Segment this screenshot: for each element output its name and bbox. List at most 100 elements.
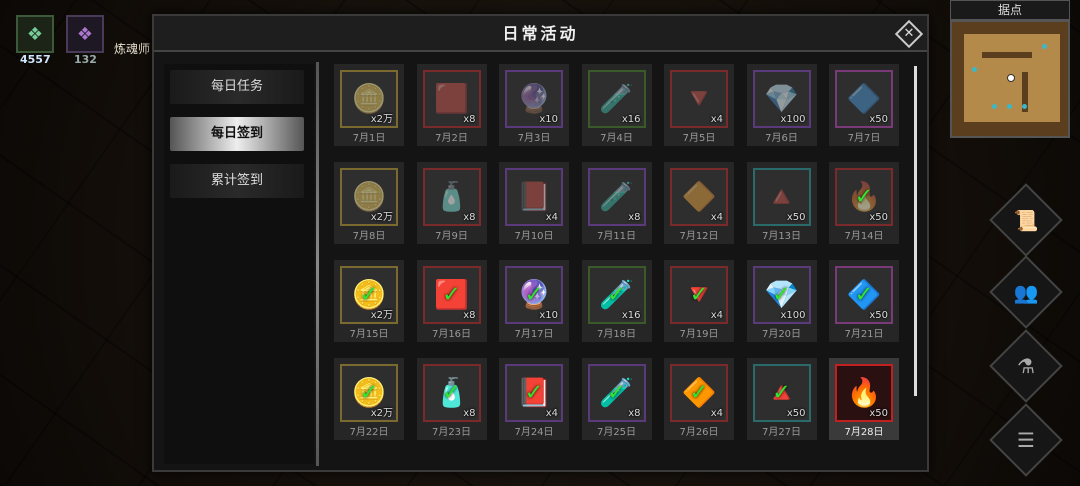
reward-quantity: x2万 (370, 212, 393, 223)
reward-cell[interactable]: 📕 x4 7月10日 (499, 162, 569, 244)
reward-quantity: x10 (539, 114, 558, 125)
player-marker-icon (1007, 74, 1015, 82)
reward-cell[interactable]: 🧴 x8 ✓ 7月23日 (416, 358, 487, 440)
reward-cell[interactable]: 🔥 x50 ✓ 7月14日 (829, 162, 899, 244)
reward-cell[interactable]: 🧪 x8 ✓ 7月25日 (581, 358, 652, 440)
reward-day-label: 7月20日 (761, 329, 802, 340)
reward-slot: 🧴 x8 ✓ (422, 364, 481, 422)
reward-quantity: x4 (710, 114, 723, 125)
reward-cell[interactable]: 🔮 x10 7月3日 (499, 64, 569, 146)
reward-cell[interactable]: 🪙 x2万 7月1日 (334, 64, 404, 146)
reward-day-label: 7月28日 (844, 427, 884, 438)
reward-cell[interactable]: 🪙 x2万 ✓ 7月22日 (334, 358, 404, 440)
reward-day-label: 7月17日 (514, 329, 554, 340)
reward-day-label: 7月6日 (765, 133, 798, 144)
gold-coins-icon: 🪙 (351, 180, 387, 213)
tab-daily-signin[interactable]: 每日签到 (170, 117, 304, 151)
reward-cell[interactable]: 🔮 x10 ✓ 7月17日 (499, 260, 569, 342)
reward-cell[interactable]: 🔶 x4 7月12日 (664, 162, 734, 244)
reward-cell[interactable]: 💎 x100 ✓ 7月20日 (746, 260, 817, 342)
claimed-check-icon: ✓ (689, 282, 709, 308)
claimed-check-icon: ✓ (359, 380, 379, 406)
tab-cumulative-signin[interactable]: 累计签到 (170, 164, 304, 198)
reward-slot: 🔶 x4 ✓ (670, 364, 728, 422)
reward-quantity: x50 (786, 212, 806, 223)
reward-slot: 💎 x100 (752, 70, 811, 128)
reward-day-label: 7月25日 (596, 427, 637, 438)
reward-quantity: x4 (710, 408, 723, 419)
reward-grid-scroll[interactable]: 🪙 x2万 7月1日 🟥 x8 7月2日 🔮 x10 7月3日 🧪 x16 7月4日 🔻 x4 7月5日 💎 x… (334, 64, 914, 464)
claimed-check-icon: ✓ (772, 380, 791, 406)
reward-quantity: x50 (869, 212, 888, 223)
reward-quantity: x50 (869, 408, 888, 419)
reward-slot: 🪙 x2万 (340, 70, 398, 128)
reward-cell[interactable]: 🔥 x50 7月28日 (829, 358, 899, 440)
reward-slot: 🔷 x50 ✓ (835, 266, 893, 324)
reward-day-label: 7月7日 (847, 133, 881, 144)
reward-quantity: x4 (710, 310, 723, 321)
reward-cell[interactable]: 🟥 x8 ✓ 7月16日 (416, 260, 487, 342)
reward-day-label: 7月24日 (514, 427, 554, 438)
claimed-check-icon: ✓ (607, 282, 626, 308)
reward-cell[interactable]: 🔷 x50 ✓ 7月21日 (829, 260, 899, 342)
reward-day-label: 7月26日 (679, 427, 719, 438)
scrollbar[interactable] (914, 66, 917, 396)
menu-list-icon: ☰ (1017, 428, 1035, 452)
reward-cell[interactable]: 🧪 x8 7月11日 (581, 162, 652, 244)
tab-daily-tasks[interactable]: 每日任务 (170, 70, 304, 104)
claimed-check-icon: ✓ (854, 282, 874, 308)
reward-cell[interactable]: 🪙 x2万 7月8日 (334, 162, 404, 244)
reward-cell[interactable]: 🔻 x4 ✓ 7月19日 (664, 260, 734, 342)
reward-cell[interactable]: 🟥 x8 7月2日 (416, 64, 487, 146)
reward-quantity: x10 (539, 310, 558, 321)
quick-slot-2-count: 132 (74, 53, 97, 66)
reward-quantity: x50 (786, 408, 806, 419)
reward-quantity: x4 (545, 408, 558, 419)
red-vial-icon: 🧴 (434, 180, 469, 213)
reward-day-label: 7月16日 (431, 329, 472, 340)
reward-cell[interactable]: 🪙 x2万 ✓ 7月15日 (334, 260, 404, 342)
claimed-check-icon: ✓ (442, 282, 461, 308)
reward-cell[interactable]: 🧪 x16 ✓ 7月18日 (581, 260, 652, 342)
reward-day-label: 7月4日 (600, 133, 633, 144)
minimap[interactable] (950, 20, 1070, 138)
reward-cell[interactable]: 🔶 x4 ✓ 7月26日 (664, 358, 734, 440)
reward-cell[interactable]: 🔺 x50 ✓ 7月27日 (746, 358, 817, 440)
reward-cell[interactable]: 🔻 x4 7月5日 (664, 64, 734, 146)
reward-slot: 🔺 x50 (752, 168, 811, 226)
reward-slot: 🪙 x2万 (340, 168, 398, 226)
claimed-check-icon: ✓ (442, 380, 461, 406)
reward-slot: 🔻 x4 ✓ (670, 266, 728, 324)
reward-slot: 🔮 x10 ✓ (505, 266, 563, 324)
reward-slot: 🔥 x50 (835, 364, 893, 422)
reward-cell[interactable]: 📕 x4 ✓ 7月24日 (499, 358, 569, 440)
close-button[interactable]: ✕ (894, 19, 924, 49)
reward-quantity: x8 (463, 212, 476, 223)
reward-quantity: x4 (545, 212, 558, 223)
claimed-check-icon: ✓ (689, 380, 709, 406)
claimed-check-icon: ✓ (607, 380, 626, 406)
reward-cell[interactable]: 🔷 x50 7月7日 (829, 64, 899, 146)
claimed-check-icon: ✓ (359, 282, 379, 308)
quick-slot-2[interactable]: ❖ (66, 15, 104, 53)
quick-slot-1-count: 4557 (20, 53, 51, 66)
npc-name-label: 炼魂师 (114, 42, 151, 56)
reward-cell[interactable]: 🧪 x16 7月4日 (581, 64, 652, 146)
reward-slot: 🧪 x16 (587, 70, 646, 128)
quick-slot-1[interactable]: ❖ (16, 15, 54, 53)
reward-slot: 📕 x4 ✓ (505, 364, 563, 422)
reward-day-label: 7月19日 (679, 329, 719, 340)
claimed-check-icon: ✓ (772, 282, 791, 308)
reward-cell[interactable]: 🔺 x50 7月13日 (746, 162, 817, 244)
reward-slot: 🔮 x10 (505, 70, 563, 128)
dialog-title: 日常活动 (502, 24, 579, 43)
purple-crystal-cluster-icon: 🔮 (516, 82, 552, 115)
reward-cell[interactable]: 💎 x100 7月6日 (746, 64, 817, 146)
reward-quantity: x4 (710, 212, 723, 223)
purple-book-icon: 📕 (516, 180, 552, 213)
reward-cell[interactable]: 🧴 x8 7月9日 (416, 162, 487, 244)
reward-quantity: x50 (869, 114, 888, 125)
reward-slot: 🔷 x50 (835, 70, 893, 128)
dialog-header: 日常活动 ✕ (154, 16, 927, 52)
tab-list: 每日任务 每日签到 累计签到 (164, 64, 314, 464)
